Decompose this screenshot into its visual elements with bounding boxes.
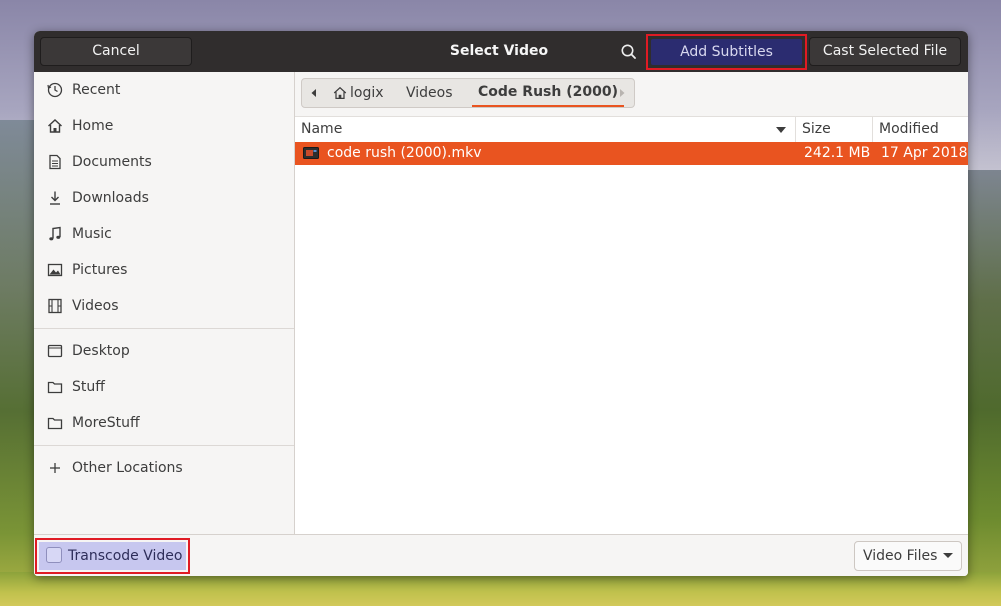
background-ground	[0, 572, 1001, 606]
header-bar: Cancel Select Video Add Subtitles Cast S…	[34, 31, 968, 73]
scroll-right-button[interactable]	[616, 87, 628, 99]
file-filter-dropdown[interactable]: Video Files	[854, 541, 962, 571]
breadcrumb-label: Code Rush (2000)	[478, 84, 618, 100]
add-subtitles-highlight: Add Subtitles	[646, 34, 807, 70]
sidebar-item-documents[interactable]: Documents	[34, 144, 294, 180]
transcode-highlight: Transcode Video	[35, 538, 190, 574]
document-icon	[46, 153, 64, 171]
places-sidebar: Recent Home Documents	[34, 72, 295, 534]
pathbar-area: logix Videos Code Rush (2000)	[295, 72, 968, 116]
search-button[interactable]	[618, 41, 640, 63]
breadcrumb-videos[interactable]: Videos	[406, 79, 453, 107]
transcode-video-checkbox[interactable]: Transcode Video	[39, 542, 186, 570]
plus-icon	[46, 459, 64, 477]
breadcrumb-current[interactable]: Code Rush (2000)	[472, 79, 624, 107]
sidebar-item-pictures[interactable]: Pictures	[34, 252, 294, 288]
sidebar-item-label: Documents	[72, 144, 152, 180]
dialog-title: Select Video	[414, 31, 584, 72]
search-icon	[618, 41, 640, 63]
sidebar-item-label: Pictures	[72, 252, 127, 288]
sort-down-icon	[775, 125, 787, 135]
sidebar-item-videos[interactable]: Videos	[34, 288, 294, 324]
sidebar-item-label: MoreStuff	[72, 405, 140, 441]
clock-icon	[46, 81, 64, 99]
bottom-bar: Transcode Video Video Files	[34, 534, 968, 576]
film-icon	[46, 297, 64, 315]
transcode-video-label: Transcode Video	[68, 542, 182, 570]
breadcrumb-home[interactable]: logix	[332, 79, 392, 107]
dropdown-arrow-icon	[943, 553, 953, 558]
music-note-icon	[46, 225, 64, 243]
sidebar-item-label: Other Locations	[72, 450, 183, 486]
breadcrumb-label: Videos	[406, 85, 453, 101]
sidebar-item-music[interactable]: Music	[34, 216, 294, 252]
chevron-right-icon	[616, 87, 628, 99]
column-divider	[872, 117, 873, 142]
cast-selected-file-button[interactable]: Cast Selected File	[809, 37, 961, 66]
video-file-icon	[303, 146, 319, 160]
column-divider	[795, 117, 796, 142]
file-name: code rush (2000).mkv	[327, 142, 482, 165]
sidebar-item-morestuff[interactable]: MoreStuff	[34, 405, 294, 441]
sidebar-item-label: Music	[72, 216, 112, 252]
file-browser: logix Videos Code Rush (2000) Name	[295, 72, 968, 534]
home-icon	[46, 117, 64, 135]
column-modified[interactable]: Modified	[879, 117, 939, 142]
sidebar-item-home[interactable]: Home	[34, 108, 294, 144]
add-subtitles-button[interactable]: Add Subtitles	[651, 39, 802, 65]
file-row[interactable]: code rush (2000).mkv 242.1 MB 17 Apr 201…	[295, 142, 968, 165]
sidebar-item-label: Recent	[72, 72, 120, 108]
breadcrumb-label: logix	[350, 79, 384, 107]
desktop-icon	[46, 342, 64, 360]
download-icon	[46, 189, 64, 207]
column-header: Name Size Modified	[295, 116, 968, 143]
sidebar-item-label: Home	[72, 108, 113, 144]
sidebar-separator	[34, 328, 294, 329]
cancel-button[interactable]: Cancel	[40, 37, 192, 66]
chevron-left-icon	[308, 87, 320, 99]
column-name[interactable]: Name	[301, 117, 342, 142]
sidebar-item-label: Stuff	[72, 369, 105, 405]
file-size: 242.1 MB	[804, 142, 870, 165]
sidebar-item-label: Desktop	[72, 333, 130, 369]
sidebar-item-label: Downloads	[72, 180, 149, 216]
file-chooser-dialog: Cancel Select Video Add Subtitles Cast S…	[34, 31, 968, 576]
folder-icon	[46, 414, 64, 432]
sidebar-item-desktop[interactable]: Desktop	[34, 333, 294, 369]
sidebar-item-other-locations[interactable]: Other Locations	[34, 450, 294, 486]
home-icon	[332, 85, 348, 101]
checkbox[interactable]	[46, 547, 62, 563]
sidebar-item-label: Videos	[72, 288, 119, 324]
file-modified: 17 Apr 2018	[881, 142, 968, 165]
sidebar-item-downloads[interactable]: Downloads	[34, 180, 294, 216]
scroll-left-button[interactable]	[308, 87, 320, 99]
folder-icon	[46, 378, 64, 396]
file-filter-label: Video Files	[863, 542, 937, 570]
sidebar-item-recent[interactable]: Recent	[34, 72, 294, 108]
column-size[interactable]: Size	[802, 117, 831, 142]
pathbar: logix Videos Code Rush (2000)	[301, 78, 635, 108]
sidebar-item-stuff[interactable]: Stuff	[34, 369, 294, 405]
picture-icon	[46, 261, 64, 279]
sidebar-separator	[34, 445, 294, 446]
